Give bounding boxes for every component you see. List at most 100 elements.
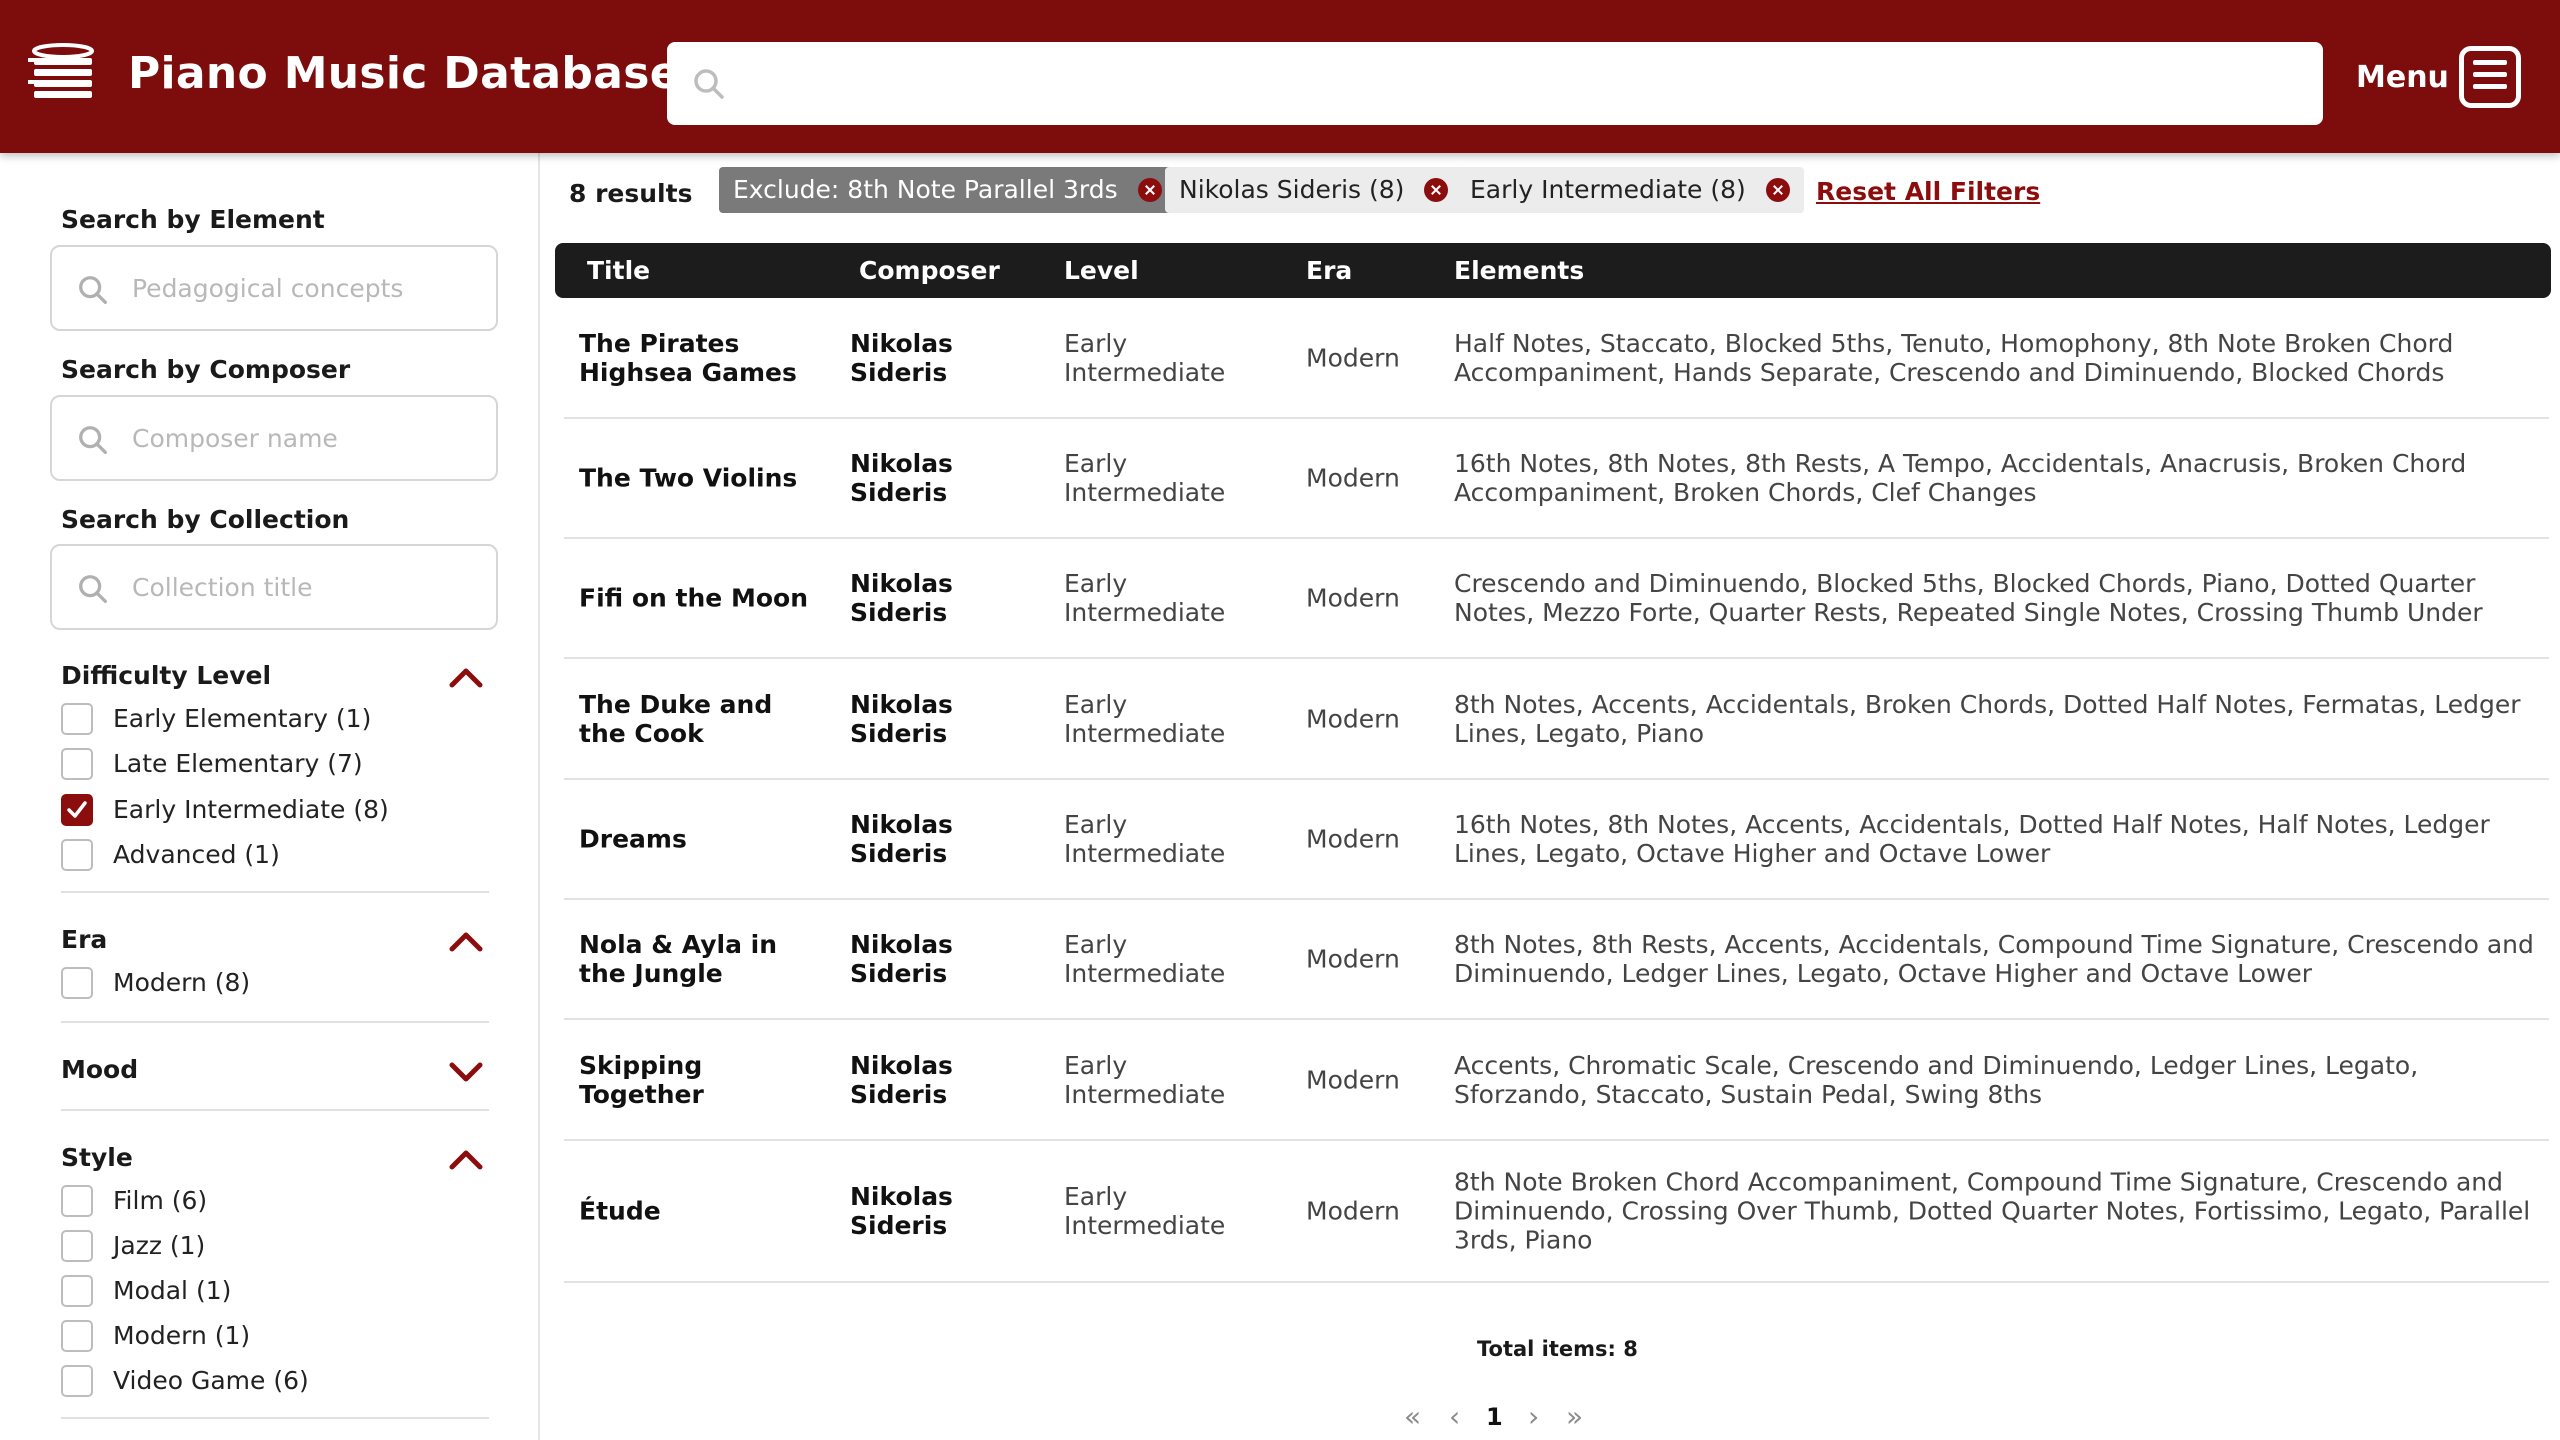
cell-composer: Nikolas Sideris [850,449,953,507]
chevron-down-icon[interactable] [448,1059,484,1083]
option-label: Advanced (1) [113,840,280,869]
style-facet-title[interactable]: Style [61,1143,133,1172]
filter-sidebar: Search by Element Search by Composer Sea… [0,153,540,1440]
column-header-era[interactable]: Era [1306,243,1352,298]
cell-level: Early Intermediate [1064,689,1226,748]
search-icon [79,426,107,454]
divider [61,891,489,893]
table-row[interactable]: Skipping Together Nikolas Sideris Early … [564,1020,2549,1141]
cell-era: Modern [1306,704,1400,733]
option-label: Modern (1) [113,1321,251,1350]
collection-search-box[interactable] [50,544,498,630]
column-header-level[interactable]: Level [1064,243,1139,298]
chip-label: Exclude: 8th Note Parallel 3rds [733,175,1118,204]
app-title[interactable]: Piano Music Database [128,48,680,99]
cell-title[interactable]: Nola & Ayla in the Jungle [579,930,824,988]
cell-elements: Crescendo and Diminuendo, Blocked 5ths, … [1454,569,2483,627]
remove-filter-icon[interactable] [1137,178,1162,202]
column-header-composer[interactable]: Composer [859,243,1000,298]
table-row[interactable]: The Pirates Highsea Games Nikolas Sideri… [564,298,2549,419]
next-page-icon[interactable]: › [1528,1397,1539,1437]
results-count: 8 results [569,179,693,208]
cell-composer: Nikolas Sideris [850,930,953,988]
cell-elements: Half Notes, Staccato, Blocked 5ths, Tenu… [1454,328,2454,387]
table-row[interactable]: Fifi on the Moon Nikolas Sideris Early I… [564,539,2549,659]
checkbox[interactable] [61,1320,93,1352]
cell-composer: Nikolas Sideris [850,810,953,868]
cell-title[interactable]: Étude [579,1197,824,1226]
checkbox[interactable] [61,748,93,780]
cell-title[interactable]: The Duke and the Cook [579,690,824,748]
element-search-input[interactable] [132,247,482,329]
cell-era: Modern [1306,1196,1400,1226]
difficulty-level-facet-title[interactable]: Difficulty Level [61,661,271,690]
global-search-input[interactable] [737,42,2297,125]
previous-page-icon[interactable]: ‹ [1449,1397,1460,1437]
cell-level: Early Intermediate [1064,1050,1226,1109]
results-panel: 8 results Exclude: 8th Note Parallel 3rd… [542,153,2560,1440]
cell-elements: 16th Notes, 8th Notes, 8th Rests, A Temp… [1454,449,2467,507]
chevron-up-icon[interactable] [448,1147,484,1171]
first-page-icon[interactable]: « [1404,1397,1421,1437]
chevron-up-icon[interactable] [448,929,484,953]
element-search-box[interactable] [50,245,498,331]
checkbox[interactable] [61,1365,93,1397]
cell-era: Modern [1306,1065,1400,1094]
cell-title[interactable]: Skipping Together [579,1051,824,1109]
total-items-label: Total items: 8 [1477,1337,1638,1361]
cell-title[interactable]: The Pirates Highsea Games [579,329,824,387]
cell-level: Early Intermediate [1064,569,1226,627]
checkbox[interactable] [61,1185,93,1217]
cell-title[interactable]: The Two Violins [579,464,824,493]
option-label: Late Elementary (7) [113,749,363,778]
filter-chip-composer[interactable]: Nikolas Sideris (8) [1165,167,1463,213]
chevron-up-icon[interactable] [448,665,484,689]
remove-filter-icon[interactable] [1424,178,1449,202]
table-row[interactable]: Dreams Nikolas Sideris Early Intermediat… [564,780,2549,900]
hamburger-menu-icon[interactable] [2459,46,2521,108]
composer-search-box[interactable] [50,395,498,481]
option-label: Modern (8) [113,968,251,997]
current-page-number[interactable]: 1 [1486,1397,1503,1437]
cell-elements: 16th Notes, 8th Notes, Accents, Accident… [1454,810,2490,868]
global-search-bar[interactable] [667,42,2323,125]
cell-title[interactable]: Dreams [579,825,824,854]
table-row[interactable]: The Duke and the Cook Nikolas Sideris Ea… [564,659,2549,780]
menu-label[interactable]: Menu [2356,60,2449,95]
table-row[interactable]: Étude Nikolas Sideris Early Intermediate… [564,1141,2549,1283]
filter-chip-exclude[interactable]: Exclude: 8th Note Parallel 3rds [719,167,1176,213]
divider [61,1021,489,1023]
reset-all-filters-link[interactable]: Reset All Filters [1816,177,2040,206]
cell-composer: Nikolas Sideris [850,328,953,387]
last-page-icon[interactable]: » [1566,1397,1583,1437]
results-table-header: Title Composer Level Era Elements [555,243,2551,298]
remove-filter-icon[interactable] [1765,178,1790,202]
collection-search-input[interactable] [132,546,482,628]
column-header-title[interactable]: Title [587,243,650,298]
cell-elements: 8th Notes, Accents, Accidentals, Broken … [1454,689,2521,748]
table-row[interactable]: Nola & Ayla in the Jungle Nikolas Sideri… [564,900,2549,1020]
composer-search-input[interactable] [132,397,482,479]
checkbox[interactable] [61,703,93,735]
database-logo-icon[interactable] [28,42,98,106]
checkbox[interactable] [61,1275,93,1307]
option-label: Modal (1) [113,1276,232,1305]
checkbox-checked[interactable] [61,794,93,826]
chip-label: Early Intermediate (8) [1470,175,1746,204]
checkbox[interactable] [61,839,93,871]
era-facet-title[interactable]: Era [61,925,107,954]
search-icon [694,69,724,99]
cell-elements: 8th Note Broken Chord Accompaniment, Com… [1454,1167,2531,1255]
cell-composer: Nikolas Sideris [850,1050,953,1109]
divider [61,1417,489,1419]
search-icon [79,575,107,603]
cell-composer: Nikolas Sideris [850,689,953,748]
cell-level: Early Intermediate [1064,449,1226,507]
cell-title[interactable]: Fifi on the Moon [579,584,824,613]
column-header-elements[interactable]: Elements [1454,243,1584,298]
table-row[interactable]: The Two Violins Nikolas Sideris Early In… [564,419,2549,539]
mood-facet-title[interactable]: Mood [61,1055,138,1084]
checkbox[interactable] [61,1230,93,1262]
checkbox[interactable] [61,967,93,999]
filter-chip-level[interactable]: Early Intermediate (8) [1456,167,1804,213]
